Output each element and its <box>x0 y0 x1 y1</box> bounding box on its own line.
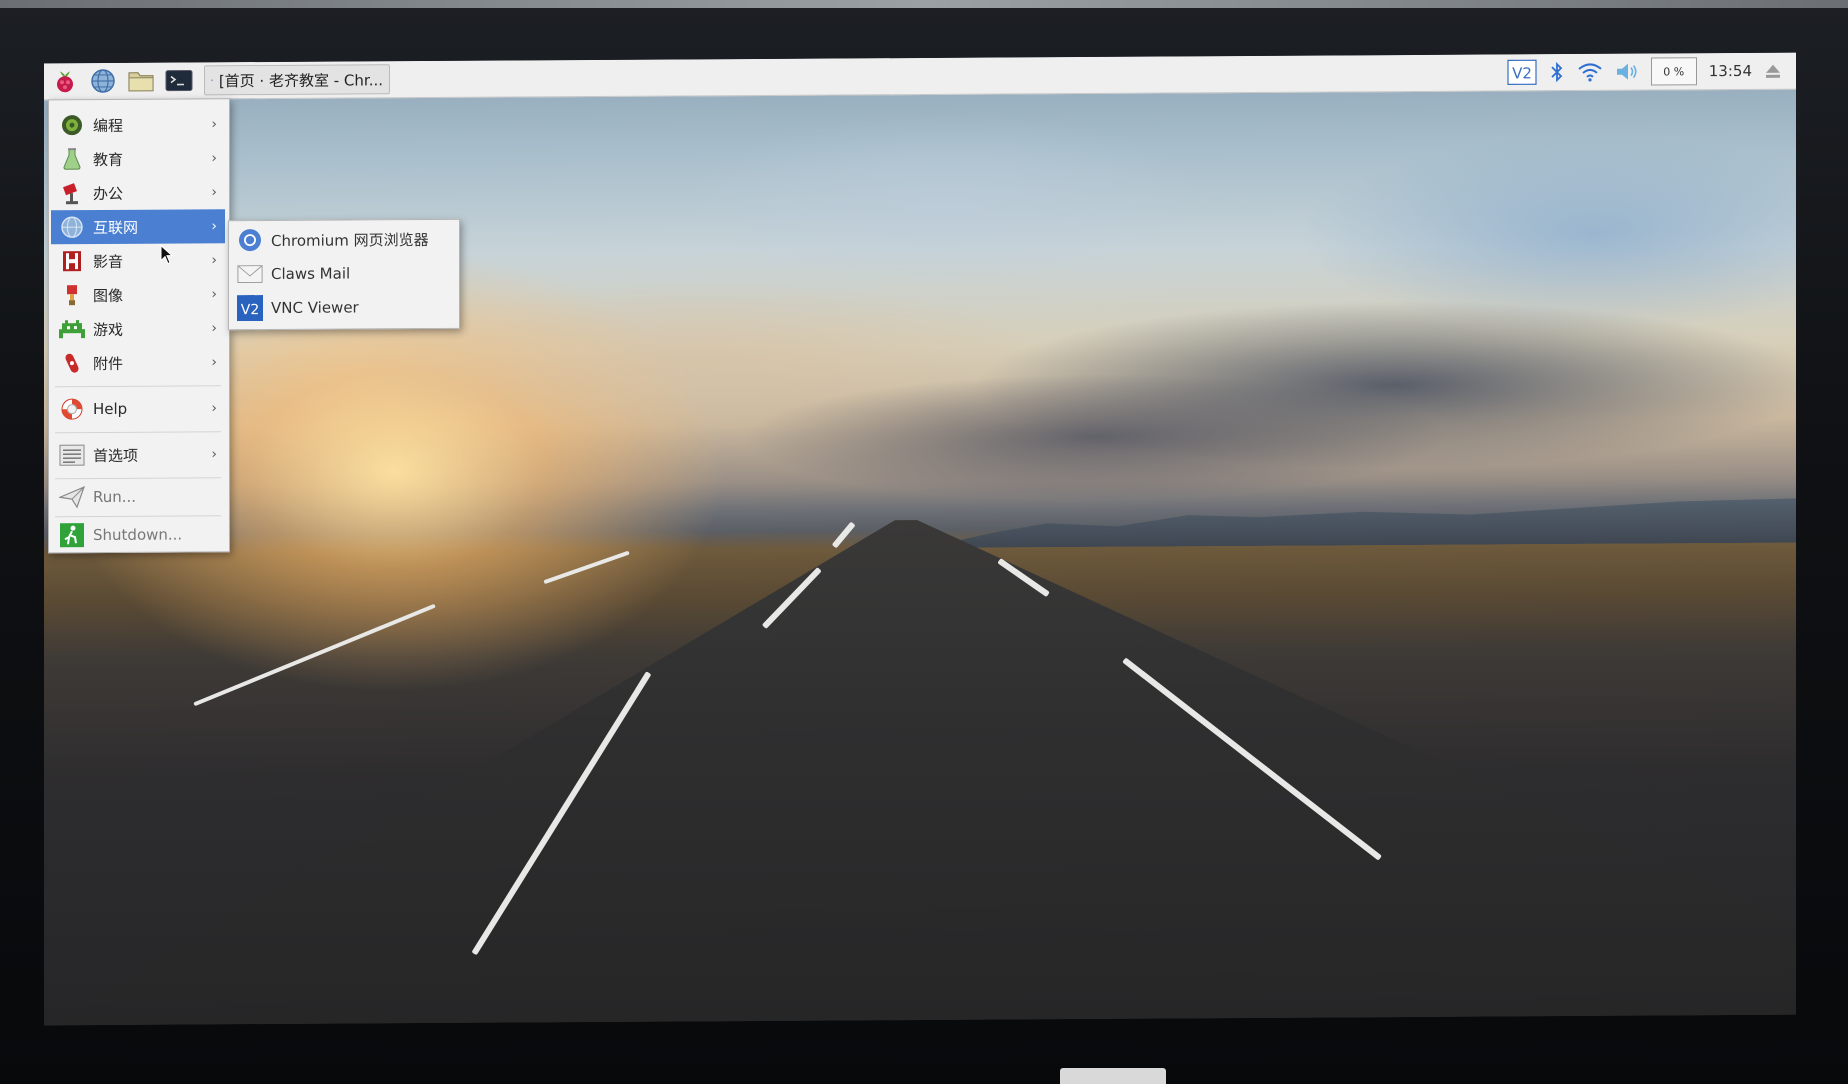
terminal-icon <box>165 69 193 92</box>
menu-item-accessories[interactable]: 附件 › <box>51 345 225 380</box>
shutdown-icon <box>59 522 85 548</box>
wifi-icon <box>1578 63 1602 82</box>
vnc-tray-icon: V2 <box>1507 59 1537 86</box>
menu-label: Help <box>93 399 128 419</box>
web-browser-launcher[interactable] <box>86 66 120 96</box>
menu-label: 影音 <box>93 252 124 271</box>
chevron-right-icon: › <box>211 252 217 269</box>
chevron-right-icon: › <box>211 354 217 371</box>
mouse-cursor-icon <box>160 244 174 265</box>
menu-label: 首选项 <box>93 446 139 465</box>
submenu-label: Claws Mail <box>271 264 351 283</box>
office-icon <box>59 180 85 206</box>
chevron-right-icon: › <box>211 116 217 133</box>
internet-globe-icon <box>59 214 85 240</box>
submenu-label: VNC Viewer <box>271 298 359 317</box>
menu-label: 教育 <box>93 150 124 169</box>
taskbar-window-title: [首页 · 老齐教室 - Chr... <box>218 70 383 90</box>
menu-label: 图像 <box>93 286 124 305</box>
terminal-launcher[interactable] <box>162 65 196 95</box>
desktop-screen: [首页 · 老齐教室 - Chr... V2 0 % 13:54 编程 › 教育… <box>44 52 1796 1026</box>
vnc-tray-text: V2 <box>1512 64 1532 82</box>
accessories-icon <box>59 350 85 376</box>
chevron-right-icon: › <box>211 286 217 303</box>
menu-item-run[interactable]: Run... <box>51 479 225 514</box>
vnc-viewer-icon: V2 <box>237 295 263 322</box>
raspberry-menu-button[interactable] <box>48 66 82 96</box>
menu-item-games[interactable]: 游戏 › <box>51 311 225 346</box>
eject-icon <box>1766 64 1780 78</box>
chevron-right-icon: › <box>211 320 217 337</box>
raspberry-icon <box>57 71 73 93</box>
chromium-icon <box>211 79 213 82</box>
menu-label: 办公 <box>93 184 124 203</box>
menu-item-help[interactable]: Help › <box>51 391 225 426</box>
tray-volume[interactable] <box>1615 58 1639 86</box>
application-menu: 编程 › 教育 › 办公 › 互联网 › 影音 › 图像 › 游戏 › 附件 ›… <box>48 98 230 554</box>
globe-icon <box>91 69 115 93</box>
preferences-icon <box>59 442 85 468</box>
menu-separator <box>55 385 221 388</box>
menu-label: Shutdown... <box>93 525 183 545</box>
monitor-stand <box>1060 1068 1166 1084</box>
chevron-right-icon: › <box>211 150 217 167</box>
submenu-item-chromium[interactable]: Chromium 网页浏览器 <box>231 222 455 257</box>
internet-submenu: Chromium 网页浏览器 Claws Mail V2 VNC Viewer <box>228 218 460 331</box>
programming-icon <box>59 112 85 138</box>
chevron-right-icon: › <box>211 400 217 417</box>
clock[interactable]: 13:54 <box>1709 62 1752 80</box>
menu-item-office[interactable]: 办公 › <box>51 175 225 210</box>
speaker-icon <box>1616 63 1637 80</box>
menu-item-education[interactable]: 教育 › <box>51 141 225 176</box>
menu-item-graphics[interactable]: 图像 › <box>51 277 225 312</box>
mail-icon <box>237 261 263 287</box>
system-tray: V2 0 % 13:54 <box>1507 53 1796 91</box>
graphics-icon <box>59 282 85 308</box>
cpu-monitor[interactable]: 0 % <box>1650 57 1697 86</box>
menu-item-internet[interactable]: 互联网 › <box>51 209 225 245</box>
tray-eject[interactable] <box>1764 57 1782 85</box>
sound-video-icon <box>59 248 85 274</box>
file-manager-launcher[interactable] <box>124 66 158 96</box>
menu-item-programming[interactable]: 编程 › <box>51 107 225 142</box>
submenu-item-claws-mail[interactable]: Claws Mail <box>231 256 455 291</box>
tray-vnc[interactable]: V2 <box>1507 58 1537 86</box>
menu-label: 互联网 <box>93 218 139 237</box>
education-icon <box>59 146 85 172</box>
submenu-label: Chromium 网页浏览器 <box>271 230 429 250</box>
tray-bluetooth[interactable] <box>1549 58 1565 86</box>
run-paperplane-icon <box>59 484 85 510</box>
folder-icon <box>128 72 154 92</box>
chevron-right-icon: › <box>211 184 217 201</box>
menu-label: Run... <box>93 487 137 507</box>
submenu-item-vnc-viewer[interactable]: V2 VNC Viewer <box>231 290 455 325</box>
menu-label: 附件 <box>93 354 124 373</box>
help-lifebuoy-icon <box>59 396 85 422</box>
menu-item-sound-video[interactable]: 影音 › <box>51 243 225 278</box>
monitor-top-edge <box>0 0 1848 8</box>
chevron-right-icon: › <box>211 446 217 463</box>
menu-label: 游戏 <box>93 320 124 339</box>
bluetooth-icon <box>1551 61 1563 83</box>
vnc-viewer-icon-text: V2 <box>241 302 259 318</box>
chromium-icon <box>237 227 263 253</box>
chevron-right-icon: › <box>211 218 217 235</box>
taskbar-window-chromium[interactable]: [首页 · 老齐教室 - Chr... <box>204 64 390 96</box>
games-icon <box>59 316 85 342</box>
menu-label: 编程 <box>93 116 124 135</box>
menu-separator <box>55 431 221 434</box>
menu-item-preferences[interactable]: 首选项 › <box>51 437 225 472</box>
tray-wifi[interactable] <box>1577 58 1603 86</box>
menu-item-shutdown[interactable]: Shutdown... <box>51 517 225 552</box>
